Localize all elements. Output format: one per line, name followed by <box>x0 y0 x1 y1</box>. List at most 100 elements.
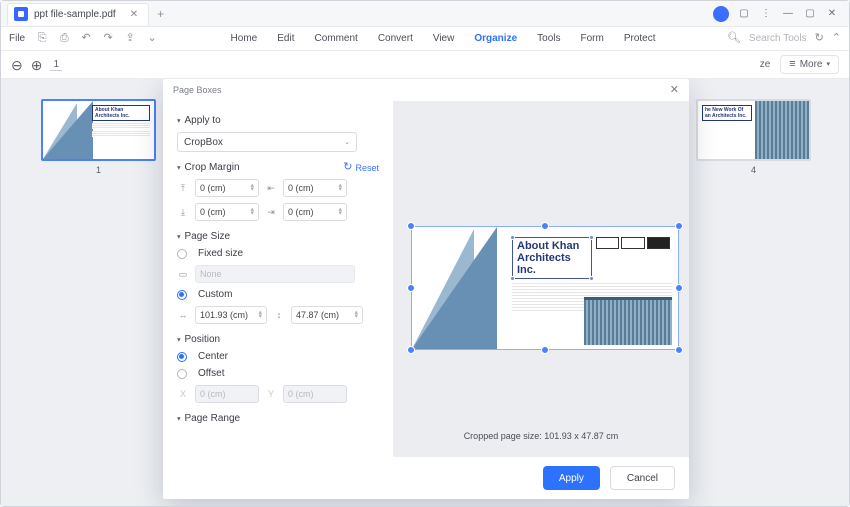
margin-top-input[interactable]: 0 (cm)▴▾ <box>195 179 259 197</box>
close-dialog-icon[interactable]: ✕ <box>670 85 679 96</box>
menu-edit[interactable]: Edit <box>277 33 294 44</box>
dropdown-value: CropBox <box>184 137 223 148</box>
menubar: File ⎘ ⎙ ↶ ↷ ⇪ ⌄ Home Edit Comment Conve… <box>1 27 849 51</box>
dialog-footer: Apply Cancel <box>163 457 689 499</box>
zoom-in-icon[interactable]: ⊕ <box>31 58 43 72</box>
redo-icon[interactable]: ↷ <box>101 33 115 44</box>
thumb-title: he New Work Of an Architects Inc. <box>702 105 752 121</box>
y-label: Y <box>265 388 277 400</box>
undo-icon[interactable]: ↶ <box>79 33 93 44</box>
margin-left-icon: ⇤ <box>265 182 277 194</box>
page-input[interactable]: 1 <box>50 59 62 71</box>
preview-title: About Khan Architects Inc. <box>512 237 592 279</box>
chevron-down-icon[interactable]: ⌄ <box>145 33 159 44</box>
more-button[interactable]: ≡ More ▾ <box>780 55 839 74</box>
cropped-size-label: Cropped page size: 101.93 x 47.87 cm <box>393 431 689 441</box>
zoom-out-icon[interactable]: ⊖ <box>11 58 23 72</box>
offset-radio[interactable]: Offset <box>177 368 379 379</box>
page-boxes-dialog: Page Boxes ✕ Apply to CropBox ⌄ Crop Mar… <box>163 79 689 499</box>
resize-handle[interactable] <box>675 284 683 292</box>
page-thumb-4[interactable]: he New Work Of an Architects Inc. 4 <box>696 99 811 175</box>
section-apply-to[interactable]: Apply to <box>177 115 379 126</box>
height-icon: ↕ <box>273 309 285 321</box>
resize-handle[interactable] <box>675 346 683 354</box>
preview-boxes <box>596 237 670 249</box>
add-tab-button[interactable]: + <box>149 7 172 21</box>
document-tab[interactable]: ppt file-sample.pdf ✕ <box>7 3 149 25</box>
close-window-icon[interactable]: ✕ <box>825 7 839 21</box>
section-crop-margin[interactable]: Crop Margin ↻ Reset <box>177 162 379 173</box>
minimize-icon[interactable]: — <box>781 7 795 21</box>
thumb-number: 1 <box>96 165 101 175</box>
size-label: ze <box>760 59 771 70</box>
menu-home[interactable]: Home <box>231 33 258 44</box>
window-menu-icon[interactable]: ▢ <box>737 7 751 21</box>
resize-handle[interactable] <box>541 346 549 354</box>
window-controls: ▢ ⋮ — ▢ ✕ <box>713 6 843 22</box>
page-thumb-1[interactable]: About Khan Architects Inc. 1 <box>41 99 156 175</box>
section-position[interactable]: Position <box>177 334 379 345</box>
offset-x-input: 0 (cm) <box>195 385 259 403</box>
reset-icon: ↻ <box>343 162 352 173</box>
menu-view[interactable]: View <box>433 33 455 44</box>
section-label: Crop Margin <box>185 162 240 173</box>
resize-handle[interactable] <box>407 222 415 230</box>
user-avatar[interactable] <box>713 6 729 22</box>
center-radio[interactable]: Center <box>177 351 379 362</box>
offset-y-input: 0 (cm) <box>283 385 347 403</box>
search-tools-input[interactable]: Search Tools <box>749 33 807 44</box>
share-icon[interactable]: ⇪ <box>123 33 137 44</box>
menu-tools[interactable]: Tools <box>537 33 560 44</box>
resize-handle[interactable] <box>407 284 415 292</box>
main-menu: Home Edit Comment Convert View Organize … <box>165 33 721 44</box>
reset-label: Reset <box>355 163 379 173</box>
app-icon <box>14 7 28 21</box>
crop-preview[interactable]: About Khan Architects Inc. <box>411 226 679 350</box>
margin-bottom-icon: ⤓ <box>177 206 189 218</box>
width-icon: ↔ <box>177 309 189 321</box>
section-page-range[interactable]: Page Range <box>177 413 379 424</box>
custom-size-radio[interactable]: Custom <box>177 289 379 300</box>
apply-button[interactable]: Apply <box>543 466 600 490</box>
resize-handle[interactable] <box>541 222 549 230</box>
hamburger-icon: ≡ <box>789 59 795 70</box>
kebab-icon[interactable]: ⋮ <box>759 7 773 21</box>
save-icon[interactable]: ⎘ <box>35 33 49 44</box>
maximize-icon[interactable]: ▢ <box>803 7 817 21</box>
close-tab-icon[interactable]: ✕ <box>130 9 138 20</box>
menubar-right: 🔍︎ Search Tools ↻ ⌃ <box>727 33 841 44</box>
quick-icons: ⎘ ⎙ ↶ ↷ ⇪ ⌄ <box>35 33 159 44</box>
cancel-button[interactable]: Cancel <box>610 466 675 490</box>
print-icon[interactable]: ⎙ <box>57 33 71 44</box>
collapse-icon[interactable]: ⌃ <box>832 33 841 44</box>
menu-comment[interactable]: Comment <box>314 33 357 44</box>
menu-convert[interactable]: Convert <box>378 33 413 44</box>
reset-button[interactable]: ↻ Reset <box>343 162 379 173</box>
menu-protect[interactable]: Protect <box>624 33 656 44</box>
margin-bottom-input[interactable]: 0 (cm)▴▾ <box>195 203 259 221</box>
menu-form[interactable]: Form <box>581 33 604 44</box>
section-page-size[interactable]: Page Size <box>177 231 379 242</box>
thumb-title: About Khan Architects Inc. <box>92 105 150 121</box>
fixed-size-dropdown: None <box>195 265 355 283</box>
toolbar: ⊖ ⊕ 1 ze ≡ More ▾ <box>1 51 849 79</box>
chevron-down-icon: ⌄ <box>344 138 350 146</box>
margin-right-input[interactable]: 0 (cm)▴▾ <box>283 203 347 221</box>
resize-handle[interactable] <box>407 346 415 354</box>
apply-to-dropdown[interactable]: CropBox ⌄ <box>177 132 357 152</box>
margin-left-input[interactable]: 0 (cm)▴▾ <box>283 179 347 197</box>
more-label: More <box>800 59 823 70</box>
menu-organize[interactable]: Organize <box>474 33 517 44</box>
search-icon[interactable]: 🔍︎ <box>727 33 741 44</box>
cloud-icon[interactable]: ↻ <box>815 33 824 44</box>
dialog-titlebar: Page Boxes ✕ <box>163 79 689 101</box>
resize-handle[interactable] <box>675 222 683 230</box>
menu-file[interactable]: File <box>9 33 25 44</box>
fixed-size-radio[interactable]: Fixed size <box>177 248 379 259</box>
titlebar: ppt file-sample.pdf ✕ + ▢ ⋮ — ▢ ✕ <box>1 1 849 27</box>
tab-title: ppt file-sample.pdf <box>34 9 116 20</box>
page-icon: ▭ <box>177 268 189 280</box>
app-window: ppt file-sample.pdf ✕ + ▢ ⋮ — ▢ ✕ File ⎘… <box>0 0 850 507</box>
height-input[interactable]: 47.87 (cm)▴▾ <box>291 306 363 324</box>
width-input[interactable]: 101.93 (cm)▴▾ <box>195 306 267 324</box>
